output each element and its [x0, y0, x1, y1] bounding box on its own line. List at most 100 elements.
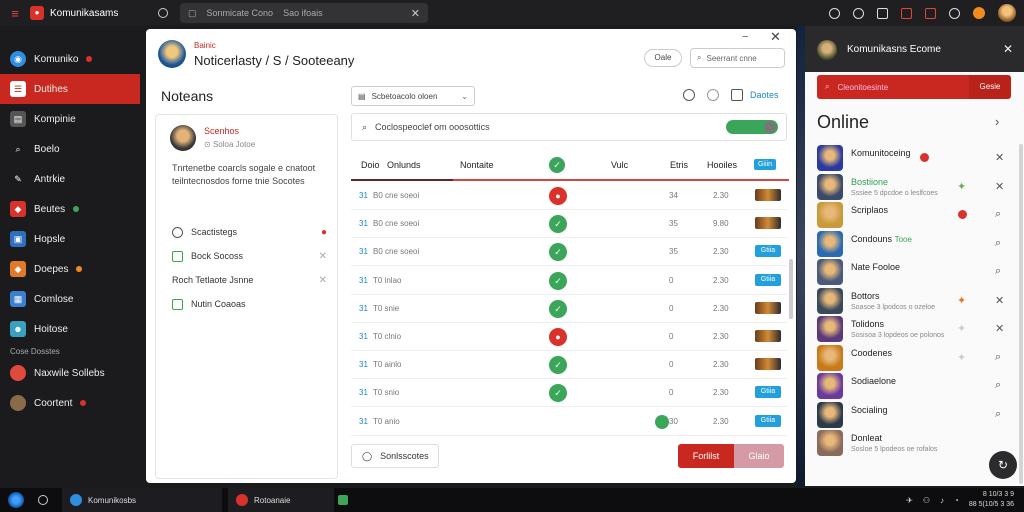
- check-icon[interactable]: ✓: [549, 157, 565, 173]
- bookmark-icon[interactable]: [877, 7, 888, 19]
- error-icon[interactable]: ●: [549, 187, 567, 205]
- column-header[interactable]: Etris: [670, 160, 688, 170]
- nav-item-boelo[interactable]: ⌕ Boelo: [0, 134, 140, 164]
- disabled-button[interactable]: Glaio: [734, 444, 784, 468]
- nav-item-naxwile[interactable]: Naxwile Sollebs: [0, 358, 140, 388]
- column-header[interactable]: Onlunds: [387, 160, 421, 170]
- action-link[interactable]: Daotes: [750, 90, 779, 100]
- check-icon[interactable]: ✓: [549, 243, 567, 262]
- scrollbar[interactable]: [1019, 144, 1023, 484]
- error-icon[interactable]: ●: [549, 328, 567, 346]
- panel-search-input[interactable]: ⌕ Cleonitoesinte: [817, 75, 969, 99]
- shield-icon[interactable]: [338, 495, 348, 505]
- remove-icon[interactable]: ✕: [995, 294, 1004, 307]
- clock-icon[interactable]: [683, 89, 695, 101]
- table-row[interactable]: 31 T0 snie ✓ 0 2.30: [351, 295, 787, 323]
- search-button[interactable]: Gesie: [969, 75, 1011, 99]
- column-header[interactable]: Vulc: [611, 160, 628, 170]
- row-tag[interactable]: Gtiia: [755, 386, 781, 399]
- clear-icon[interactable]: ✕: [411, 7, 420, 20]
- refresh-icon[interactable]: [707, 89, 719, 101]
- list-item[interactable]: Nutin Coaoas: [172, 297, 327, 311]
- contact-item[interactable]: Coodenes ✦ ⌕: [817, 344, 1013, 373]
- start-button[interactable]: [8, 492, 24, 508]
- checkbox[interactable]: [172, 250, 183, 262]
- remove-icon[interactable]: ✕: [995, 180, 1004, 193]
- contact-item[interactable]: Komunitoceing ✕: [817, 145, 1013, 173]
- nav-item-comlose[interactable]: ▦ Comlose: [0, 284, 140, 314]
- check-icon[interactable]: ✓: [549, 356, 567, 375]
- secondary-button[interactable]: ◯ Sonlsscotes: [351, 444, 439, 468]
- table-row[interactable]: 31 T0 snio ✓ 0 2.30 Gtiia: [351, 379, 787, 408]
- contact-item[interactable]: Bostiione Sssiee 5 dpcdoe o leslfcoes ✦ ✕: [817, 173, 1013, 202]
- row-tag[interactable]: Gtiia: [755, 245, 781, 258]
- table-row[interactable]: 31 B0 cne soeoi ● 34 2.30: [351, 182, 787, 210]
- minimize-button[interactable]: −: [742, 31, 748, 43]
- taskbar-app[interactable]: Komunikosbs: [62, 488, 222, 512]
- column-header[interactable]: Nontaite: [460, 160, 494, 170]
- check-icon[interactable]: ✓: [549, 271, 567, 290]
- chevron-right-icon[interactable]: ›: [995, 114, 999, 129]
- taskbar-app[interactable]: Rotoanaie: [228, 488, 334, 512]
- filter-input[interactable]: ⌕ Coclospeoclef om ooosottics: [351, 113, 787, 141]
- contact-item[interactable]: Donleat Sosloe 5 lpodeos oe rofalos: [817, 430, 1013, 458]
- search-icon[interactable]: ⌕: [995, 351, 1001, 364]
- view-toggle-button[interactable]: Oale: [644, 49, 682, 67]
- thumbnail-image[interactable]: [755, 301, 781, 314]
- contact-item[interactable]: Tolidons Sosisoa 3 lopdeos oe polonos ✦ ✕: [817, 316, 1013, 344]
- avatar[interactable]: [158, 40, 186, 68]
- nav-item-beutes[interactable]: ◆ Beutes: [0, 194, 140, 224]
- contact-item[interactable]: Nate Fooloe ⌕: [817, 259, 1013, 287]
- remove-icon[interactable]: ✕: [995, 151, 1004, 164]
- thumbnail-image[interactable]: [755, 358, 781, 371]
- contact-item[interactable]: Sodiaelone ⌕: [817, 373, 1013, 401]
- column-header[interactable]: Hooiles: [707, 160, 737, 170]
- search-icon[interactable]: ⌕: [995, 237, 1001, 250]
- search-icon[interactable]: [38, 495, 48, 505]
- search-icon[interactable]: ⌕: [995, 208, 1001, 221]
- people-icon[interactable]: ⚇: [923, 496, 930, 505]
- table-row[interactable]: 31 B0 cne soeoi ✓ 35 2.30 Gtiia: [351, 238, 787, 267]
- row-tag[interactable]: Gtiia: [755, 414, 781, 427]
- contact-item[interactable]: Bottors Soasoe 3 lpodcos o ozeloe ✦ ✕: [817, 287, 1013, 316]
- search-icon[interactable]: ⌕: [995, 379, 1001, 392]
- close-button[interactable]: ✕: [770, 29, 781, 45]
- nav-item-dutihes[interactable]: ☰ Dutihes: [0, 74, 140, 104]
- address-bar[interactable]: ▢ Sonmicate Cono Sao ifoais ✕: [180, 3, 428, 23]
- status-circle-icon[interactable]: [158, 8, 168, 18]
- refresh-fab-button[interactable]: ↻: [989, 451, 1017, 479]
- grid-icon[interactable]: [925, 7, 936, 19]
- table-row[interactable]: 31 B0 cne soeoi ✓ 35 9.80: [351, 210, 787, 239]
- plane-icon[interactable]: ✈: [906, 496, 913, 505]
- list-item[interactable]: Scactistegs ●: [172, 225, 327, 239]
- column-header[interactable]: Doio: [361, 160, 380, 170]
- filter-select[interactable]: ▤ Scbetoacolo oloen ⌄: [351, 86, 475, 106]
- nav-item-hoitose[interactable]: ☻ Hoitose: [0, 314, 140, 344]
- avatar[interactable]: [170, 125, 196, 151]
- heart-icon[interactable]: [901, 7, 912, 19]
- notifications-icon[interactable]: [853, 7, 864, 19]
- remove-icon[interactable]: ✕: [319, 251, 327, 262]
- close-icon[interactable]: ✕: [1003, 42, 1013, 56]
- avatar[interactable]: [817, 40, 837, 60]
- nav-item-coortent[interactable]: Coortent: [0, 388, 140, 418]
- table-row[interactable]: 31 T0 inlao ✓ 0 2.30 Gtiia: [351, 267, 787, 295]
- thumbnail-image[interactable]: [755, 330, 781, 342]
- thumbnail-image[interactable]: [755, 189, 781, 201]
- scrollbar[interactable]: [789, 259, 793, 319]
- search-icon[interactable]: ⌕: [995, 408, 1001, 421]
- checkbox[interactable]: [172, 298, 183, 310]
- wifi-icon[interactable]: ◔: [954, 496, 959, 505]
- list-item[interactable]: Bock Socoss ✕: [172, 249, 327, 263]
- table-row[interactable]: 31 T0 anio 30 2.30 Gtiia: [351, 408, 787, 436]
- table-row[interactable]: 31 T0 ainlo ✓ 0 2.30: [351, 351, 787, 380]
- nav-item-kompinie[interactable]: ▤ Kompinie: [0, 104, 140, 134]
- primary-button[interactable]: Forlilst: [678, 444, 734, 468]
- row-tag[interactable]: Gtiia: [755, 273, 781, 286]
- settings-icon[interactable]: [949, 7, 960, 19]
- nav-item-antrkie[interactable]: ✎ Antrkie: [0, 164, 140, 194]
- nav-item-hopsle[interactable]: ▣ Hopsle: [0, 224, 140, 254]
- list-item[interactable]: Roch Tetlaote Jsnne ✕: [172, 273, 327, 287]
- alert-icon[interactable]: [973, 7, 985, 19]
- user-avatar[interactable]: [998, 4, 1016, 22]
